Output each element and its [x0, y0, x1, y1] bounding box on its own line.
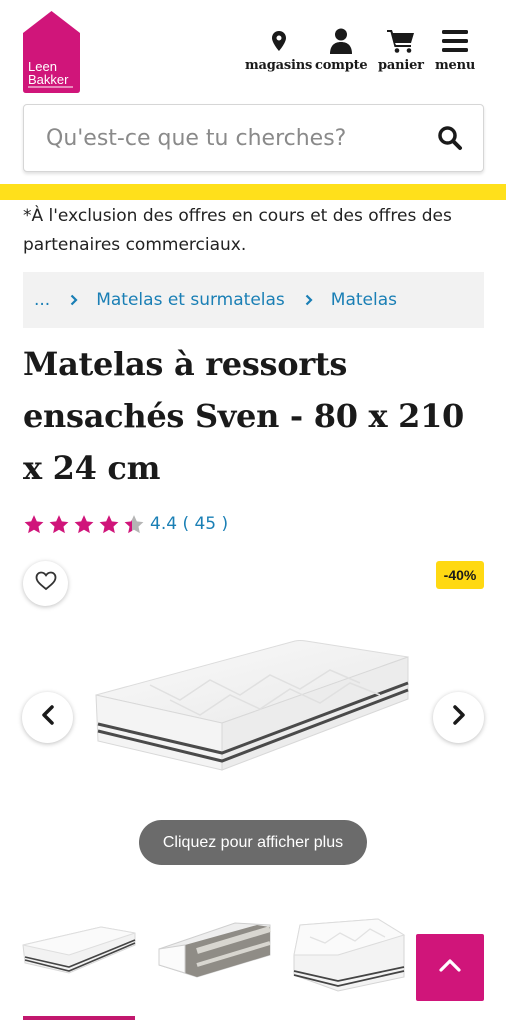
prev-image-button[interactable] — [22, 692, 73, 743]
star-icon — [124, 515, 144, 534]
discount-badge: -40% — [436, 561, 484, 589]
svg-text:Bakker: Bakker — [28, 72, 69, 87]
star-icon — [74, 515, 94, 534]
star-rating — [23, 514, 145, 534]
rating-value: 4.4 ( 45 ) — [150, 514, 229, 534]
disclaimer-text: *À l'exclusion des offres en cours et de… — [23, 206, 452, 255]
breadcrumb-link[interactable]: Matelas et surmatelas — [96, 290, 285, 310]
chevron-right-icon — [70, 294, 78, 306]
promo-banner — [0, 184, 506, 200]
breadcrumb-link[interactable]: Matelas — [331, 290, 397, 310]
nav-magasins[interactable]: magasins — [245, 26, 312, 73]
leen-bakker-logo[interactable]: Leen Bakker — [23, 11, 80, 93]
breadcrumb: ... Matelas et surmatelas Matelas — [23, 272, 484, 328]
search-icon[interactable] — [437, 125, 465, 153]
product-title: Matelas à ressorts ensachés Sven - 80 x … — [23, 345, 465, 487]
heart-icon — [35, 571, 57, 596]
chevron-up-icon — [439, 958, 461, 977]
thumbnail-3[interactable] — [290, 915, 406, 995]
user-icon — [329, 26, 353, 56]
site-header: Leen Bakker magasins compte panier menu — [0, 0, 506, 104]
star-icon — [99, 515, 119, 534]
thumbnail-active-indicator — [23, 1016, 135, 1020]
nav-menu[interactable]: menu — [435, 26, 475, 73]
chevron-right-icon — [452, 705, 466, 730]
thumbnail-1[interactable] — [21, 915, 137, 995]
search-box — [23, 104, 484, 172]
nav-compte[interactable]: compte — [315, 26, 368, 73]
star-icon — [49, 515, 69, 534]
nav-label: panier — [378, 58, 424, 73]
product-image[interactable] — [90, 625, 420, 810]
nav-panier[interactable]: panier — [378, 26, 424, 73]
star-icon — [24, 515, 44, 534]
next-image-button[interactable] — [433, 692, 484, 743]
product-rating[interactable]: 4.4 ( 45 ) — [23, 511, 228, 537]
cart-icon — [386, 26, 415, 56]
search-input[interactable] — [46, 119, 426, 157]
back-to-top-button[interactable] — [416, 934, 484, 1001]
chevron-left-icon — [41, 705, 55, 730]
show-more-button[interactable]: Cliquez pour afficher plus — [139, 820, 367, 865]
chevron-right-icon — [305, 294, 313, 306]
favorite-button[interactable] — [23, 561, 68, 606]
hamburger-icon — [442, 26, 469, 56]
nav-label: magasins — [245, 58, 313, 73]
map-pin-icon — [271, 26, 286, 56]
breadcrumb-ellipsis[interactable]: ... — [34, 290, 50, 310]
nav-label: menu — [435, 58, 476, 73]
nav-label: compte — [315, 58, 368, 73]
thumbnail-2[interactable] — [157, 915, 273, 995]
